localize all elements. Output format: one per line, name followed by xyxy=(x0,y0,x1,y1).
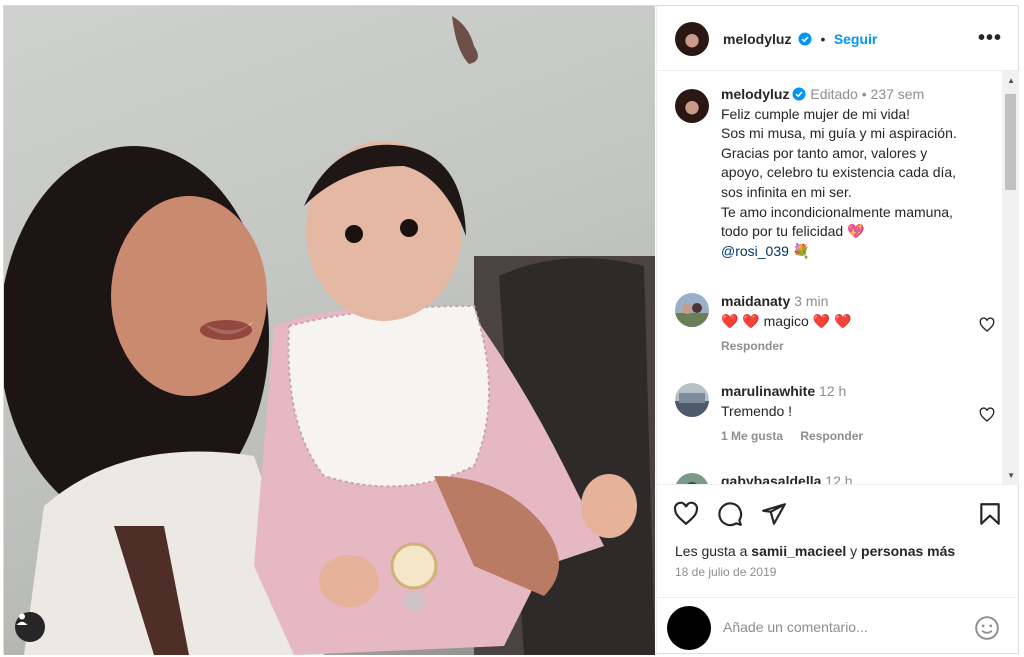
comment-input[interactable]: Añade un comentario... xyxy=(723,619,868,635)
commenter-avatar[interactable] xyxy=(675,383,709,417)
caption-line: Sos mi musa, mi guía y mi aspiración. xyxy=(721,125,957,142)
comment-likes-count[interactable]: 1 Me gusta xyxy=(721,429,783,443)
edited-label: Editado xyxy=(810,86,858,102)
follow-button[interactable]: Seguir xyxy=(834,31,878,47)
caption-username[interactable]: melodyluz xyxy=(721,86,789,102)
post-caption: melodyluz Editado • 237 sem Feliz cumple… xyxy=(675,85,985,261)
caption-line: sos infinita en mi ser. xyxy=(721,183,852,200)
separator-dot: • xyxy=(820,31,826,47)
action-icons xyxy=(673,501,1003,529)
more-options-icon[interactable]: ••• xyxy=(978,28,1002,48)
author-avatar[interactable] xyxy=(675,22,709,56)
follow-group: • Seguir xyxy=(795,31,877,49)
likes-prefix: Les gusta a xyxy=(675,543,752,559)
caption-body: melodyluz Editado • 237 sem Feliz cumple… xyxy=(721,85,985,261)
liked-by-user[interactable]: samii_macieel xyxy=(751,543,846,559)
caption-line: apoyo, celebro tu existencia cada día, xyxy=(721,164,957,181)
comment-age: 12 h xyxy=(825,473,853,484)
reply-button[interactable]: Responder xyxy=(800,429,863,443)
current-user-avatar xyxy=(667,606,711,650)
comment-body: Tremendo ! xyxy=(721,403,793,419)
post-side-panel: melodyluz • Seguir ••• melodyluz Editado… xyxy=(656,6,1020,655)
send-icon[interactable] xyxy=(761,501,787,527)
caption-line: Feliz cumple mujer de mi vida! xyxy=(721,105,911,122)
scroll-up-arrow-icon[interactable]: ▲ xyxy=(1007,76,1015,85)
user-tag-icon xyxy=(16,613,28,625)
commenter-username[interactable]: marulinawhite xyxy=(721,383,815,399)
caption-age: 237 sem xyxy=(870,86,925,102)
likes-mid: y xyxy=(846,543,862,559)
tagged-users-button[interactable] xyxy=(15,612,45,642)
author-username[interactable]: melodyluz xyxy=(723,31,791,47)
comment-item: marulinawhite 12 h Tremendo ! 1 Me gusta… xyxy=(675,381,995,443)
commenter-avatar[interactable] xyxy=(675,473,709,484)
scroll-down-arrow-icon[interactable]: ▼ xyxy=(1007,471,1015,480)
mention-link[interactable]: @rosi_039 xyxy=(721,243,789,259)
verified-badge-icon xyxy=(798,32,812,46)
caption-author-avatar[interactable] xyxy=(675,89,709,123)
photo-illustration xyxy=(4,16,655,655)
verified-badge-icon xyxy=(792,87,806,101)
commenter-avatar[interactable] xyxy=(675,293,709,327)
likes-others-link[interactable]: personas más xyxy=(861,543,955,559)
heart-icon[interactable] xyxy=(673,501,699,527)
comment-item: gabybasaldella 12 h xyxy=(675,471,995,484)
add-comment-bar: Añade un comentario... xyxy=(657,597,1020,656)
caption-line: todo por tu felicidad 💖 xyxy=(721,223,865,240)
post-frame: melodyluz • Seguir ••• melodyluz Editado… xyxy=(3,5,1020,655)
comment-icon[interactable] xyxy=(717,501,743,527)
comment-age: 12 h xyxy=(819,383,847,399)
comment-text: marulinawhite 12 h Tremendo ! xyxy=(721,381,995,421)
comment-actions: 1 Me gusta Responder xyxy=(721,429,995,443)
scrollbar-thumb[interactable] xyxy=(1005,94,1016,190)
post-photo[interactable] xyxy=(4,6,655,655)
comment-item: maidanaty 3 min ❤️ ❤️ magico ❤️ ❤️ Respo… xyxy=(675,291,995,353)
commenter-username[interactable]: maidanaty xyxy=(721,293,790,309)
comment-like-icon[interactable] xyxy=(979,407,995,423)
likes-summary: Les gusta a samii_macieel y personas más xyxy=(675,543,955,559)
comment-text: maidanaty 3 min ❤️ ❤️ magico ❤️ ❤️ xyxy=(721,291,995,331)
reply-button[interactable]: Responder xyxy=(721,339,784,353)
separator-dot: • xyxy=(861,86,871,102)
emoji-icon[interactable] xyxy=(974,615,1000,641)
bookmark-icon[interactable] xyxy=(977,501,1003,527)
post-actions-section: Les gusta a samii_macieel y personas más… xyxy=(657,484,1020,655)
commenter-username[interactable]: gabybasaldella xyxy=(721,473,821,484)
comment-like-icon[interactable] xyxy=(979,317,995,333)
comment-age: 3 min xyxy=(794,293,829,309)
caption-emoji: 💐 xyxy=(788,242,811,259)
comment-text: gabybasaldella 12 h xyxy=(721,471,995,484)
comments-list[interactable]: melodyluz Editado • 237 sem Feliz cumple… xyxy=(657,71,1020,484)
caption-line: Gracias por tanto amor, valores y xyxy=(721,144,928,161)
post-date[interactable]: 18 de julio de 2019 xyxy=(675,565,776,579)
comment-body: ❤️ ❤️ magico ❤️ ❤️ xyxy=(721,313,852,329)
caption-line: Te amo incondicionalmente mamuna, xyxy=(721,203,953,220)
comment-actions: Responder xyxy=(721,339,995,353)
post-header: melodyluz • Seguir ••• xyxy=(657,6,1020,71)
